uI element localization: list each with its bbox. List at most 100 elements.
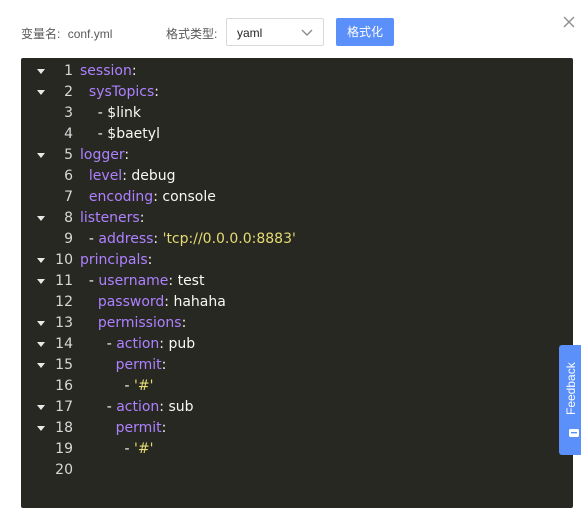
line-number: 11 bbox=[55, 273, 73, 289]
code-line[interactable]: 11 - username: test bbox=[21, 271, 573, 292]
yaml-string: '#' bbox=[134, 441, 154, 457]
yaml-key: logger bbox=[80, 147, 125, 163]
yaml-text bbox=[80, 420, 116, 436]
yaml-key: listeners bbox=[80, 210, 140, 226]
code-text: - '#' bbox=[80, 376, 154, 397]
yaml-text: : bbox=[147, 252, 153, 268]
code-line[interactable]: 18 permit: bbox=[21, 418, 573, 439]
code-line[interactable]: 15 permit: bbox=[21, 355, 573, 376]
yaml-text: : console bbox=[153, 189, 216, 205]
code-line[interactable]: 2 sysTopics: bbox=[21, 82, 573, 103]
yaml-text: : debug bbox=[122, 168, 176, 184]
fold-arrow-icon[interactable] bbox=[37, 90, 45, 95]
yaml-text bbox=[80, 84, 89, 100]
line-number: 4 bbox=[64, 126, 73, 142]
fold-arrow-icon[interactable] bbox=[37, 363, 45, 368]
format-type-select[interactable]: yaml bbox=[226, 18, 324, 46]
yaml-key: level bbox=[88, 168, 123, 184]
code-text: session: bbox=[80, 61, 137, 82]
fold-arrow-icon[interactable] bbox=[37, 69, 45, 74]
yaml-text: : bbox=[154, 84, 160, 100]
yaml-key: permissions bbox=[97, 315, 182, 331]
code-line[interactable]: 1 session: bbox=[21, 61, 573, 82]
yaml-key: permit bbox=[115, 357, 162, 373]
line-number: 7 bbox=[64, 189, 73, 205]
fold-arrow-icon[interactable] bbox=[37, 321, 45, 326]
code-line[interactable]: 10 principals: bbox=[21, 250, 573, 271]
yaml-text: : bbox=[181, 315, 187, 331]
code-text: - address: 'tcp://0.0.0.0:8883' bbox=[80, 229, 296, 250]
fold-arrow-icon[interactable] bbox=[37, 342, 45, 347]
yaml-key: sysTopics bbox=[88, 84, 155, 100]
line-number: 8 bbox=[64, 210, 73, 226]
feedback-tab[interactable]: Feedback bbox=[559, 345, 581, 455]
line-number: 1 bbox=[64, 63, 73, 79]
line-number: 14 bbox=[55, 336, 73, 352]
yaml-text: : test bbox=[168, 273, 205, 289]
code-text: - action: sub bbox=[80, 397, 194, 418]
code-line[interactable]: 7 encoding: console bbox=[21, 187, 573, 208]
line-number: 19 bbox=[55, 441, 73, 457]
variable-name-value: conf.yml bbox=[67, 27, 113, 41]
code-line[interactable]: 16 - '#' bbox=[21, 376, 573, 397]
line-number: 2 bbox=[64, 84, 73, 100]
code-text: - username: test bbox=[80, 271, 205, 292]
fold-arrow-icon[interactable] bbox=[37, 258, 45, 263]
yaml-string: '#' bbox=[134, 378, 154, 394]
yaml-text: : bbox=[161, 357, 167, 373]
yaml-text: : bbox=[131, 63, 137, 79]
yaml-text bbox=[80, 168, 89, 184]
code-line[interactable]: 14 - action: pub bbox=[21, 334, 573, 355]
code-text: principals: bbox=[80, 250, 152, 271]
yaml-text bbox=[80, 357, 116, 373]
fold-arrow-icon[interactable] bbox=[37, 216, 45, 221]
fold-arrow-icon[interactable] bbox=[37, 153, 45, 158]
chevron-down-icon bbox=[301, 29, 313, 36]
code-line[interactable]: 5 logger: bbox=[21, 145, 573, 166]
fold-arrow-icon[interactable] bbox=[37, 279, 45, 284]
code-line[interactable]: 12 password: hahaha bbox=[21, 292, 573, 313]
code-line[interactable]: 13 permissions: bbox=[21, 313, 573, 334]
format-type-select-value: yaml bbox=[237, 26, 263, 40]
line-number: 6 bbox=[64, 168, 73, 184]
code-line[interactable]: 19 - '#' bbox=[21, 439, 573, 460]
line-number: 20 bbox=[55, 462, 73, 478]
feedback-icon bbox=[569, 429, 579, 437]
yaml-key: principals bbox=[80, 252, 148, 268]
yaml-string: 'tcp://0.0.0.0:8883' bbox=[162, 231, 296, 247]
yaml-text: - bbox=[80, 399, 117, 415]
line-number: 17 bbox=[55, 399, 73, 415]
code-text: encoding: console bbox=[80, 187, 216, 208]
yaml-text: - bbox=[80, 441, 135, 457]
yaml-text: : hahaha bbox=[164, 294, 226, 310]
code-editor[interactable]: 1 session: 2 sysTopics: 3 - $link 4 - $baety… bbox=[21, 58, 573, 508]
code-line[interactable]: 6 level: debug bbox=[21, 166, 573, 187]
fold-arrow-icon[interactable] bbox=[37, 405, 45, 410]
yaml-text: - bbox=[80, 231, 99, 247]
code-line[interactable]: 20 bbox=[21, 460, 573, 481]
code-text: listeners: bbox=[80, 208, 144, 229]
code-text: - action: pub bbox=[80, 334, 195, 355]
code-line[interactable]: 17 - action: sub bbox=[21, 397, 573, 418]
format-button[interactable]: 格式化 bbox=[336, 18, 394, 46]
line-number: 5 bbox=[64, 147, 73, 163]
yaml-text: - bbox=[80, 378, 135, 394]
yaml-text bbox=[80, 189, 89, 205]
toolbar: 变量名: conf.yml 格式类型: yaml 格式化 bbox=[0, 0, 581, 60]
line-number: 16 bbox=[55, 378, 73, 394]
code-text: logger: bbox=[80, 145, 129, 166]
yaml-key: action bbox=[116, 336, 160, 352]
yaml-key: address bbox=[98, 231, 154, 247]
format-type-label: 格式类型: bbox=[166, 27, 218, 41]
line-number: 3 bbox=[64, 105, 73, 121]
code-line[interactable]: 9 - address: 'tcp://0.0.0.0:8883' bbox=[21, 229, 573, 250]
code-line[interactable]: 8 listeners: bbox=[21, 208, 573, 229]
yaml-text: - $baetyl bbox=[80, 126, 160, 142]
close-icon[interactable] bbox=[562, 15, 576, 29]
code-text: password: hahaha bbox=[80, 292, 226, 313]
code-line[interactable]: 3 - $link bbox=[21, 103, 573, 124]
line-number: 18 bbox=[55, 420, 73, 436]
fold-arrow-icon[interactable] bbox=[37, 426, 45, 431]
line-number: 13 bbox=[55, 315, 73, 331]
code-line[interactable]: 4 - $baetyl bbox=[21, 124, 573, 145]
